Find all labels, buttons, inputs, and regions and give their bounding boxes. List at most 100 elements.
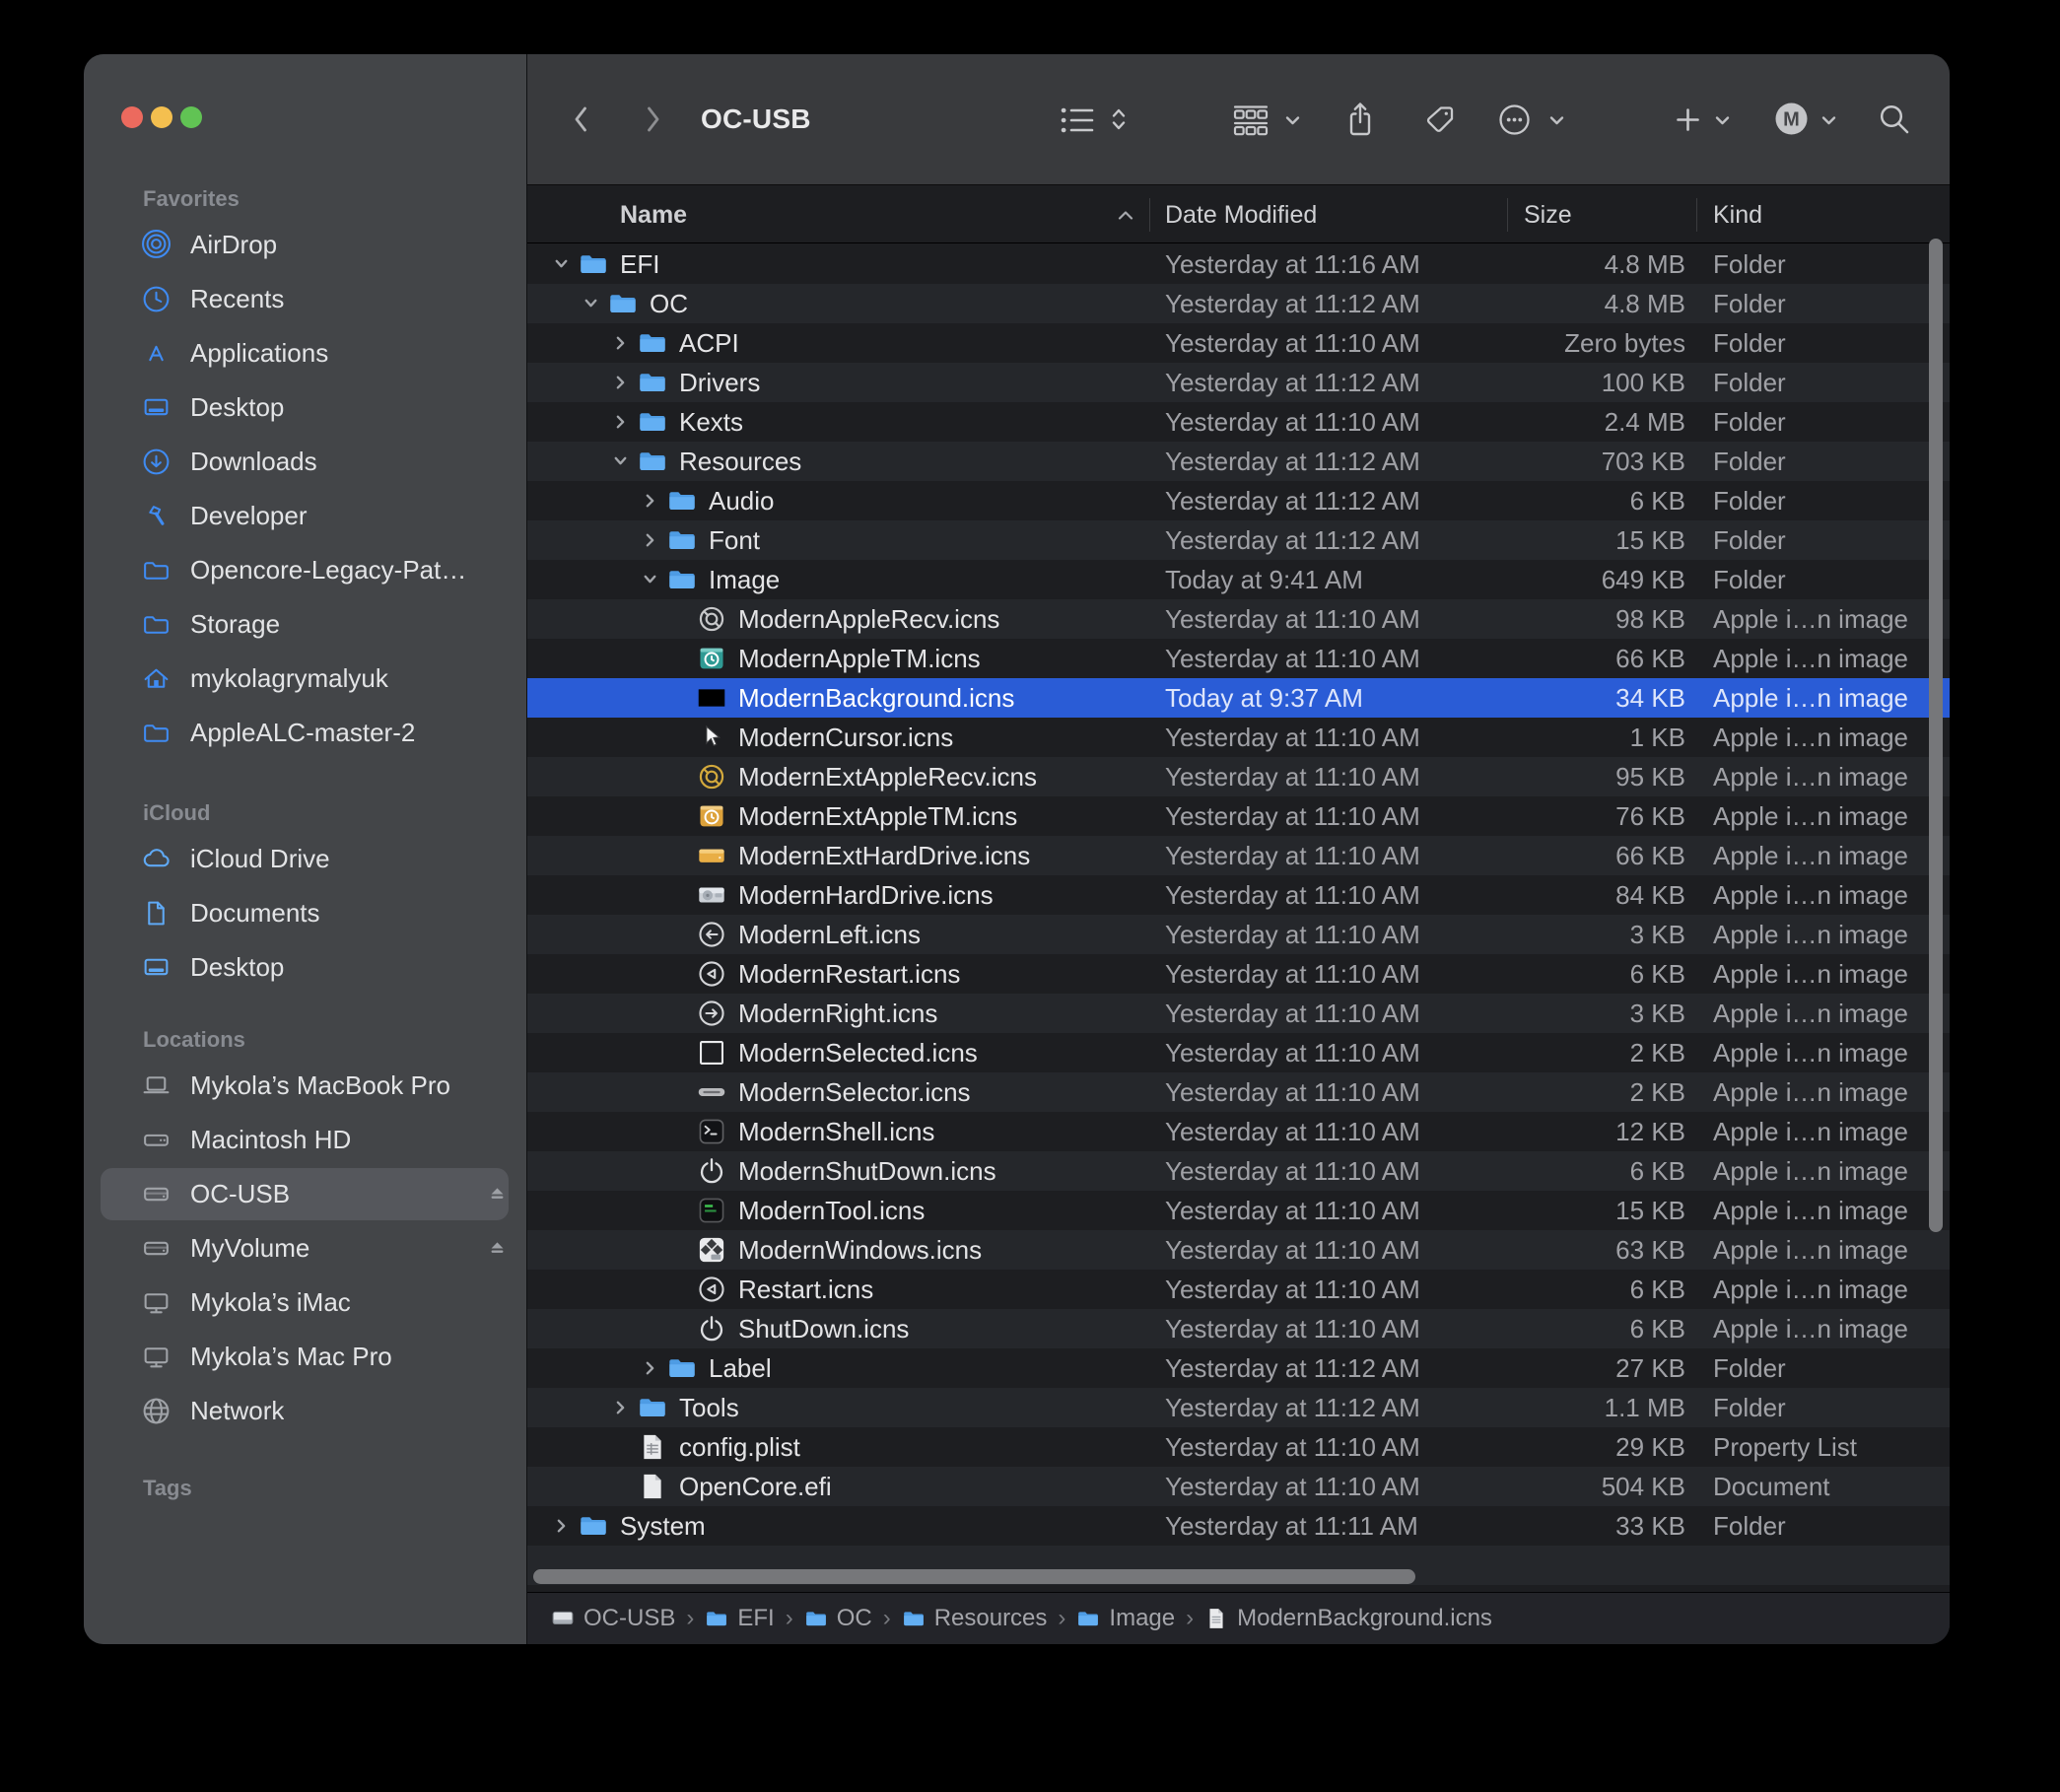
- add-icon[interactable]: [1675, 106, 1701, 133]
- sidebar-item-airdrop[interactable]: AirDrop: [84, 218, 526, 272]
- table-row[interactable]: ShutDown.icnsYesterday at 11:10 AM6 KBAp…: [527, 1309, 1950, 1348]
- chevron-right-icon[interactable]: [553, 1517, 570, 1534]
- sidebar-item-desktop[interactable]: Desktop: [84, 940, 526, 995]
- sidebar-item-desktop[interactable]: Desktop: [84, 380, 526, 435]
- table-row[interactable]: ModernShell.icnsYesterday at 11:10 AM12 …: [527, 1112, 1950, 1151]
- close-button[interactable]: [121, 106, 143, 128]
- table-row[interactable]: FontYesterday at 11:12 AM15 KBFolder: [527, 520, 1950, 560]
- sidebar-item-mykolagrymalyuk[interactable]: mykolagrymalyuk: [84, 652, 526, 706]
- horizontal-scrollbar[interactable]: [533, 1569, 1415, 1584]
- add-chevron-icon[interactable]: [1714, 113, 1731, 127]
- account-chevron-icon[interactable]: [1820, 113, 1837, 127]
- table-row[interactable]: LabelYesterday at 11:12 AM27 KBFolder: [527, 1348, 1950, 1388]
- chevron-right-icon[interactable]: [642, 492, 658, 509]
- table-row[interactable]: ModernAppleTM.icnsYesterday at 11:10 AM6…: [527, 639, 1950, 678]
- minimize-button[interactable]: [151, 106, 172, 128]
- view-stepper-icon[interactable]: [1111, 106, 1127, 132]
- table-row[interactable]: ACPIYesterday at 11:10 AMZero bytesFolde…: [527, 323, 1950, 363]
- table-row[interactable]: ModernBackground.icnsToday at 9:37 AM34 …: [527, 678, 1950, 718]
- group-chevron-icon[interactable]: [1284, 113, 1301, 127]
- table-row[interactable]: ResourcesYesterday at 11:12 AM703 KBFold…: [527, 442, 1950, 481]
- account-avatar[interactable]: M: [1773, 101, 1810, 137]
- table-row[interactable]: ModernCursor.icnsYesterday at 11:10 AM1 …: [527, 718, 1950, 757]
- table-row[interactable]: EFIYesterday at 11:16 AM4.8 MBFolder: [527, 244, 1950, 284]
- table-row[interactable]: OpenCore.efiYesterday at 11:10 AM504 KBD…: [527, 1467, 1950, 1506]
- chevron-down-icon[interactable]: [553, 255, 570, 272]
- table-row[interactable]: config.plistYesterday at 11:10 AM29 KBPr…: [527, 1427, 1950, 1467]
- table-row[interactable]: DriversYesterday at 11:12 AM100 KBFolder: [527, 363, 1950, 402]
- sidebar-item-macintosh-hd[interactable]: Macintosh HD: [84, 1113, 526, 1167]
- table-row[interactable]: ModernSelector.icnsYesterday at 11:10 AM…: [527, 1072, 1950, 1112]
- table-row[interactable]: ModernExtHardDrive.icnsYesterday at 11:1…: [527, 836, 1950, 875]
- table-row[interactable]: OCYesterday at 11:12 AM4.8 MBFolder: [527, 284, 1950, 323]
- column-header-kind[interactable]: Kind: [1713, 186, 1762, 243]
- file-name: ModernExtHardDrive.icns: [738, 836, 1030, 875]
- path-item-resources[interactable]: Resources: [902, 1605, 1048, 1632]
- table-row[interactable]: ModernShutDown.icnsYesterday at 11:10 AM…: [527, 1151, 1950, 1191]
- eject-icon[interactable]: [484, 1181, 511, 1207]
- table-row[interactable]: ModernSelected.icnsYesterday at 11:10 AM…: [527, 1033, 1950, 1072]
- chevron-right-icon[interactable]: [612, 374, 629, 390]
- table-row[interactable]: ModernTool.icnsYesterday at 11:10 AM15 K…: [527, 1191, 1950, 1230]
- table-row[interactable]: ModernHardDrive.icnsYesterday at 11:10 A…: [527, 875, 1950, 915]
- table-row[interactable]: ModernExtAppleTM.icnsYesterday at 11:10 …: [527, 796, 1950, 836]
- sidebar-item-icloud-drive[interactable]: iCloud Drive: [84, 832, 526, 886]
- sort-ascending-icon[interactable]: [1117, 209, 1134, 222]
- sidebar-item-developer[interactable]: Developer: [84, 489, 526, 543]
- sidebar-item-myvolume[interactable]: MyVolume: [84, 1221, 526, 1275]
- tag-icon[interactable]: [1424, 103, 1457, 136]
- list-view-icon[interactable]: [1060, 105, 1096, 135]
- table-row[interactable]: ModernWindows.icnsYesterday at 11:10 AM6…: [527, 1230, 1950, 1270]
- column-header-date[interactable]: Date Modified: [1165, 186, 1317, 243]
- table-row[interactable]: KextsYesterday at 11:10 AM2.4 MBFolder: [527, 402, 1950, 442]
- eject-icon[interactable]: [484, 1235, 511, 1262]
- sidebar-item-opencore-legacy-pat-[interactable]: Opencore-Legacy-Pat…: [84, 543, 526, 597]
- chevron-down-icon[interactable]: [583, 295, 599, 311]
- path-item-image[interactable]: Image: [1076, 1605, 1175, 1632]
- chevron-right-icon[interactable]: [612, 413, 629, 430]
- table-row[interactable]: ModernRestart.icnsYesterday at 11:10 AM6…: [527, 954, 1950, 994]
- file-kind: Apple i…n image: [1713, 1309, 1908, 1348]
- chevron-right-icon[interactable]: [612, 334, 629, 351]
- sidebar-item-mykola-s-macbook-pro[interactable]: Mykola’s MacBook Pro: [84, 1059, 526, 1113]
- more-actions-icon[interactable]: [1497, 103, 1532, 137]
- table-row[interactable]: ModernRight.icnsYesterday at 11:10 AM3 K…: [527, 994, 1950, 1033]
- table-row[interactable]: AudioYesterday at 11:12 AM6 KBFolder: [527, 481, 1950, 520]
- chevron-down-icon[interactable]: [612, 452, 629, 469]
- group-view-icon[interactable]: [1231, 103, 1270, 136]
- sidebar-item-downloads[interactable]: Downloads: [84, 435, 526, 489]
- table-row[interactable]: ModernLeft.icnsYesterday at 11:10 AM3 KB…: [527, 915, 1950, 954]
- sidebar-item-oc-usb[interactable]: OC-USB: [84, 1167, 526, 1221]
- zoom-button[interactable]: [180, 106, 202, 128]
- path-item-efi[interactable]: EFI: [705, 1605, 774, 1632]
- sidebar-item-mykola-s-mac-pro[interactable]: Mykola’s Mac Pro: [84, 1330, 526, 1384]
- share-icon[interactable]: [1345, 101, 1375, 137]
- more-chevron-icon[interactable]: [1548, 113, 1565, 127]
- sidebar-item-applications[interactable]: Applications: [84, 326, 526, 380]
- sidebar-item-applealc-master-2[interactable]: AppleALC-master-2: [84, 706, 526, 760]
- column-header-size[interactable]: Size: [1524, 186, 1572, 243]
- path-item-modernbackground-icns[interactable]: ModernBackground.icns: [1204, 1605, 1492, 1632]
- table-row[interactable]: ModernExtAppleRecv.icnsYesterday at 11:1…: [527, 757, 1950, 796]
- table-row[interactable]: ModernAppleRecv.icnsYesterday at 11:10 A…: [527, 599, 1950, 639]
- chevron-right-icon[interactable]: [642, 531, 658, 548]
- path-item-oc[interactable]: OC: [804, 1605, 872, 1632]
- table-row[interactable]: Restart.icnsYesterday at 11:10 AM6 KBApp…: [527, 1270, 1950, 1309]
- vertical-scrollbar[interactable]: [1929, 239, 1943, 1232]
- back-icon[interactable]: [571, 104, 590, 134]
- sidebar-item-storage[interactable]: Storage: [84, 597, 526, 652]
- chevron-down-icon[interactable]: [642, 571, 658, 587]
- column-header-name[interactable]: Name: [620, 186, 687, 243]
- table-row[interactable]: ToolsYesterday at 11:12 AM1.1 MBFolder: [527, 1388, 1950, 1427]
- forward-icon[interactable]: [644, 104, 663, 134]
- table-row[interactable]: ImageToday at 9:41 AM649 KBFolder: [527, 560, 1950, 599]
- chevron-right-icon[interactable]: [612, 1399, 629, 1415]
- table-row[interactable]: SystemYesterday at 11:11 AM33 KBFolder: [527, 1506, 1950, 1546]
- chevron-right-icon[interactable]: [642, 1359, 658, 1376]
- search-icon[interactable]: [1878, 103, 1912, 137]
- sidebar-item-network[interactable]: Network: [84, 1384, 526, 1438]
- sidebar-item-documents[interactable]: Documents: [84, 886, 526, 940]
- path-item-oc-usb[interactable]: OC-USB: [551, 1605, 675, 1632]
- sidebar-item-recents[interactable]: Recents: [84, 272, 526, 326]
- sidebar-item-mykola-s-imac[interactable]: Mykola’s iMac: [84, 1275, 526, 1330]
